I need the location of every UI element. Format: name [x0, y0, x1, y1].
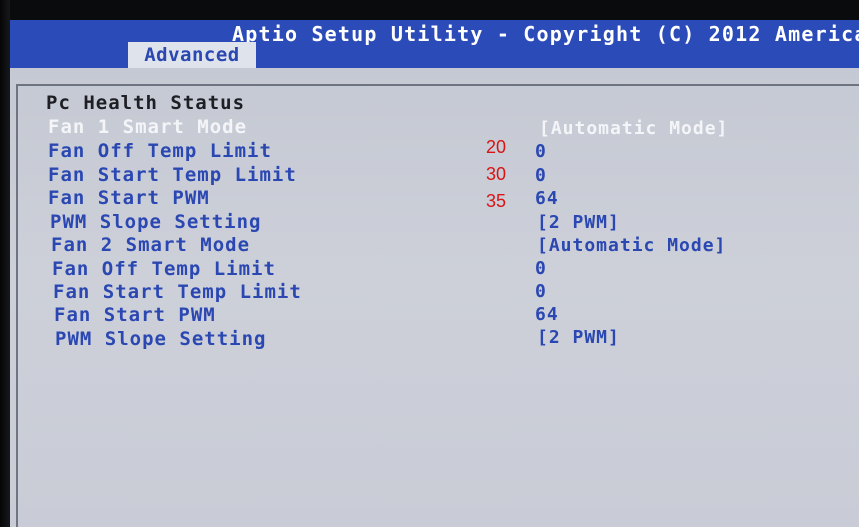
setting-value-fan2-smart-mode[interactable]: [Automatic Mode]	[537, 235, 726, 256]
setting-value-fan2-pwm-slope[interactable]: [2 PWM]	[537, 327, 620, 348]
monitor-bezel	[0, 0, 10, 527]
setting-value-fan1-off-temp-limit[interactable]: 0	[535, 141, 547, 162]
setting-value-fan2-start-temp-limit[interactable]: 0	[535, 281, 547, 302]
tab-advanced[interactable]: Advanced	[128, 42, 256, 68]
setting-label-fan2-off-temp-limit[interactable]: Fan Off Temp Limit	[52, 258, 276, 280]
setting-label-fan2-pwm-slope[interactable]: PWM Slope Setting	[55, 328, 266, 350]
setting-label-fan2-start-temp-limit[interactable]: Fan Start Temp Limit	[53, 281, 302, 303]
setting-value-fan2-off-temp-limit[interactable]: 0	[535, 258, 547, 279]
setting-value-fan1-start-pwm[interactable]: 64	[535, 188, 559, 209]
setting-label-fan1-smart-mode[interactable]: Fan 1 Smart Mode	[48, 116, 247, 138]
settings-panel: Pc Health Status Fan 1 Smart Mode [Autom…	[10, 68, 859, 527]
setting-value-fan1-start-temp-limit[interactable]: 0	[535, 165, 547, 186]
setting-value-fan1-smart-mode[interactable]: [Automatic Mode]	[539, 118, 728, 139]
setting-label-fan1-start-pwm[interactable]: Fan Start PWM	[48, 187, 210, 209]
setting-label-fan2-smart-mode[interactable]: Fan 2 Smart Mode	[51, 234, 250, 256]
annotation-fan-start-pwm: 35	[486, 191, 507, 211]
setting-label-fan1-pwm-slope[interactable]: PWM Slope Setting	[50, 211, 261, 233]
annotation-fan-start-temp: 30	[486, 164, 507, 184]
setting-value-fan1-pwm-slope[interactable]: [2 PWM]	[537, 212, 620, 233]
setting-value-fan2-start-pwm[interactable]: 64	[535, 304, 559, 325]
title-bar: Aptio Setup Utility - Copyright (C) 2012…	[10, 20, 859, 68]
annotation-fan-off-temp: 20	[486, 137, 507, 157]
setting-label-fan1-start-temp-limit[interactable]: Fan Start Temp Limit	[48, 164, 297, 186]
section-title: Pc Health Status	[46, 92, 246, 114]
setting-label-fan1-off-temp-limit[interactable]: Fan Off Temp Limit	[48, 140, 272, 162]
title-text: Aptio Setup Utility - Copyright (C) 2012…	[232, 22, 859, 46]
setting-label-fan2-start-pwm[interactable]: Fan Start PWM	[54, 304, 216, 326]
